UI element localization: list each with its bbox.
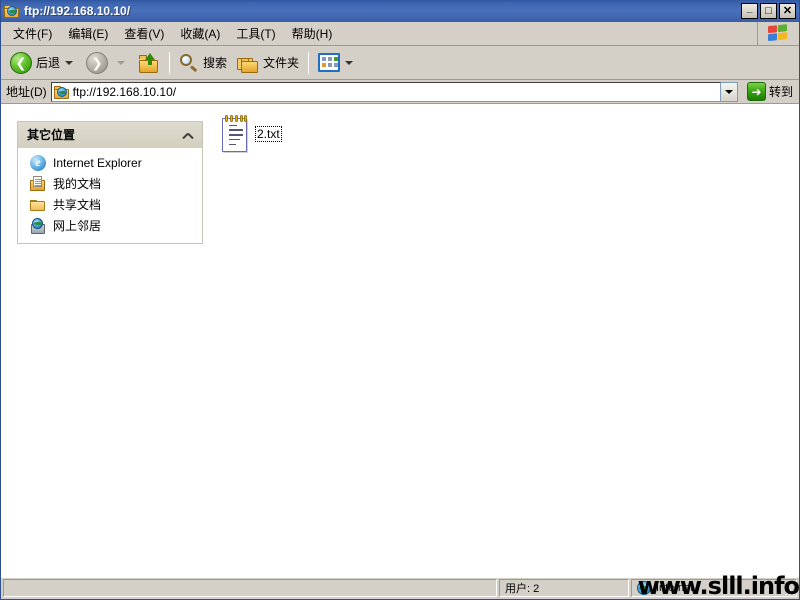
- folders-icon: [237, 53, 259, 73]
- forward-dropdown-icon[interactable]: [117, 60, 126, 65]
- other-places-panel: 其它位置 Internet Explorer 我的文档: [17, 121, 203, 244]
- sidebar-item-label: Internet Explorer: [53, 156, 142, 170]
- search-button-label: 搜索: [203, 56, 228, 70]
- toolbar-separator: [169, 51, 171, 74]
- back-arrow-icon: ❮: [10, 51, 32, 74]
- close-icon: ✕: [782, 5, 793, 17]
- minimize-button[interactable]: _: [741, 3, 758, 19]
- list-item[interactable]: 2.txt: [217, 113, 367, 155]
- views-grid-icon: [318, 53, 341, 72]
- sidebar-item-my-documents[interactable]: 我的文档: [18, 173, 202, 194]
- sidebar: 其它位置 Internet Explorer 我的文档: [1, 105, 209, 577]
- explorer-window: ftp://192.168.10.10/ _ □ ✕ 文件(F) 编辑(E) 查…: [0, 0, 800, 600]
- other-places-panel-header[interactable]: 其它位置: [18, 122, 202, 148]
- maximize-button[interactable]: □: [760, 3, 777, 19]
- folders-button-label: 文件夹: [263, 56, 300, 70]
- resize-grip[interactable]: [783, 583, 797, 597]
- menu-file[interactable]: 文件(F): [5, 22, 60, 45]
- address-input[interactable]: ftp://192.168.10.10/: [50, 81, 721, 102]
- internet-explorer-icon: [30, 155, 46, 171]
- go-arrow-icon: [746, 82, 766, 101]
- address-dropdown-button[interactable]: [720, 81, 738, 102]
- shared-documents-icon: [30, 197, 46, 213]
- up-button[interactable]: [133, 49, 165, 77]
- status-bar: 用户: 2 Internet: [1, 577, 799, 599]
- address-bar: 地址(D) ftp://192.168.10.10/ 转到: [1, 80, 799, 104]
- menu-tools[interactable]: 工具(T): [228, 22, 283, 45]
- file-name-label: 2.txt: [255, 126, 282, 142]
- menu-help[interactable]: 帮助(H): [284, 22, 341, 45]
- back-dropdown-icon[interactable]: [65, 60, 74, 65]
- forward-arrow-icon: ❯: [86, 51, 109, 74]
- status-zone-panel[interactable]: Internet: [631, 579, 797, 597]
- title-bar[interactable]: ftp://192.168.10.10/ _ □ ✕: [1, 0, 799, 22]
- address-label: 地址(D): [6, 85, 47, 99]
- other-places-list: Internet Explorer 我的文档 共享文档: [18, 148, 202, 243]
- views-button[interactable]: [313, 49, 361, 77]
- views-dropdown-icon[interactable]: [345, 60, 354, 65]
- search-icon: [179, 53, 199, 73]
- menu-view[interactable]: 查看(V): [116, 22, 172, 45]
- sidebar-item-internet-explorer[interactable]: Internet Explorer: [18, 153, 202, 173]
- my-documents-icon: [30, 175, 46, 192]
- maximize-icon: □: [765, 5, 772, 17]
- notepad-text-file-icon: [219, 115, 251, 153]
- forward-button[interactable]: ❯: [81, 49, 133, 77]
- status-main-panel: [3, 579, 497, 597]
- minimize-icon: _: [746, 3, 753, 14]
- address-value: ftp://192.168.10.10/: [72, 84, 177, 99]
- sidebar-item-label: 共享文档: [53, 198, 102, 212]
- my-network-places-icon: [30, 217, 46, 234]
- back-button-label: 后退: [36, 56, 61, 70]
- ftp-site-icon: [53, 84, 70, 100]
- menu-edit[interactable]: 编辑(E): [60, 22, 116, 45]
- sidebar-item-shared-documents[interactable]: 共享文档: [18, 194, 202, 215]
- close-button[interactable]: ✕: [779, 3, 796, 19]
- status-zone-label: Internet: [656, 582, 694, 594]
- go-button-label: 转到: [768, 85, 793, 99]
- other-places-title: 其它位置: [27, 128, 76, 142]
- window-title: ftp://192.168.10.10/: [24, 4, 131, 18]
- window-controls: _ □ ✕: [741, 3, 797, 19]
- sidebar-item-my-network-places[interactable]: 网上邻居: [18, 215, 202, 236]
- sidebar-item-label: 网上邻居: [53, 219, 102, 233]
- go-button[interactable]: 转到: [744, 81, 796, 102]
- folders-button[interactable]: 文件夹: [232, 49, 304, 77]
- back-button[interactable]: ❮ 后退: [5, 49, 81, 77]
- ftp-folder-globe-icon[interactable]: [4, 3, 20, 19]
- internet-zone-globe-icon: [637, 581, 651, 595]
- search-button[interactable]: 搜索: [174, 49, 232, 77]
- chevron-up-icon[interactable]: [182, 128, 196, 142]
- sidebar-item-label: 我的文档: [53, 177, 102, 191]
- status-users-panel: 用户: 2: [499, 579, 629, 597]
- menu-bar: 文件(F) 编辑(E) 查看(V) 收藏(A) 工具(T) 帮助(H): [1, 22, 799, 46]
- up-folder-icon: [138, 52, 160, 73]
- chevron-down-icon: [724, 89, 733, 94]
- windows-flag-logo[interactable]: [757, 22, 799, 45]
- menu-favorites[interactable]: 收藏(A): [172, 22, 228, 45]
- explorer-body: 其它位置 Internet Explorer 我的文档: [1, 104, 799, 577]
- toolbar-separator-2: [308, 51, 310, 74]
- file-list[interactable]: 2.txt: [209, 105, 799, 577]
- toolbar: ❮ 后退 ❯ 搜索 文件夹: [1, 46, 799, 80]
